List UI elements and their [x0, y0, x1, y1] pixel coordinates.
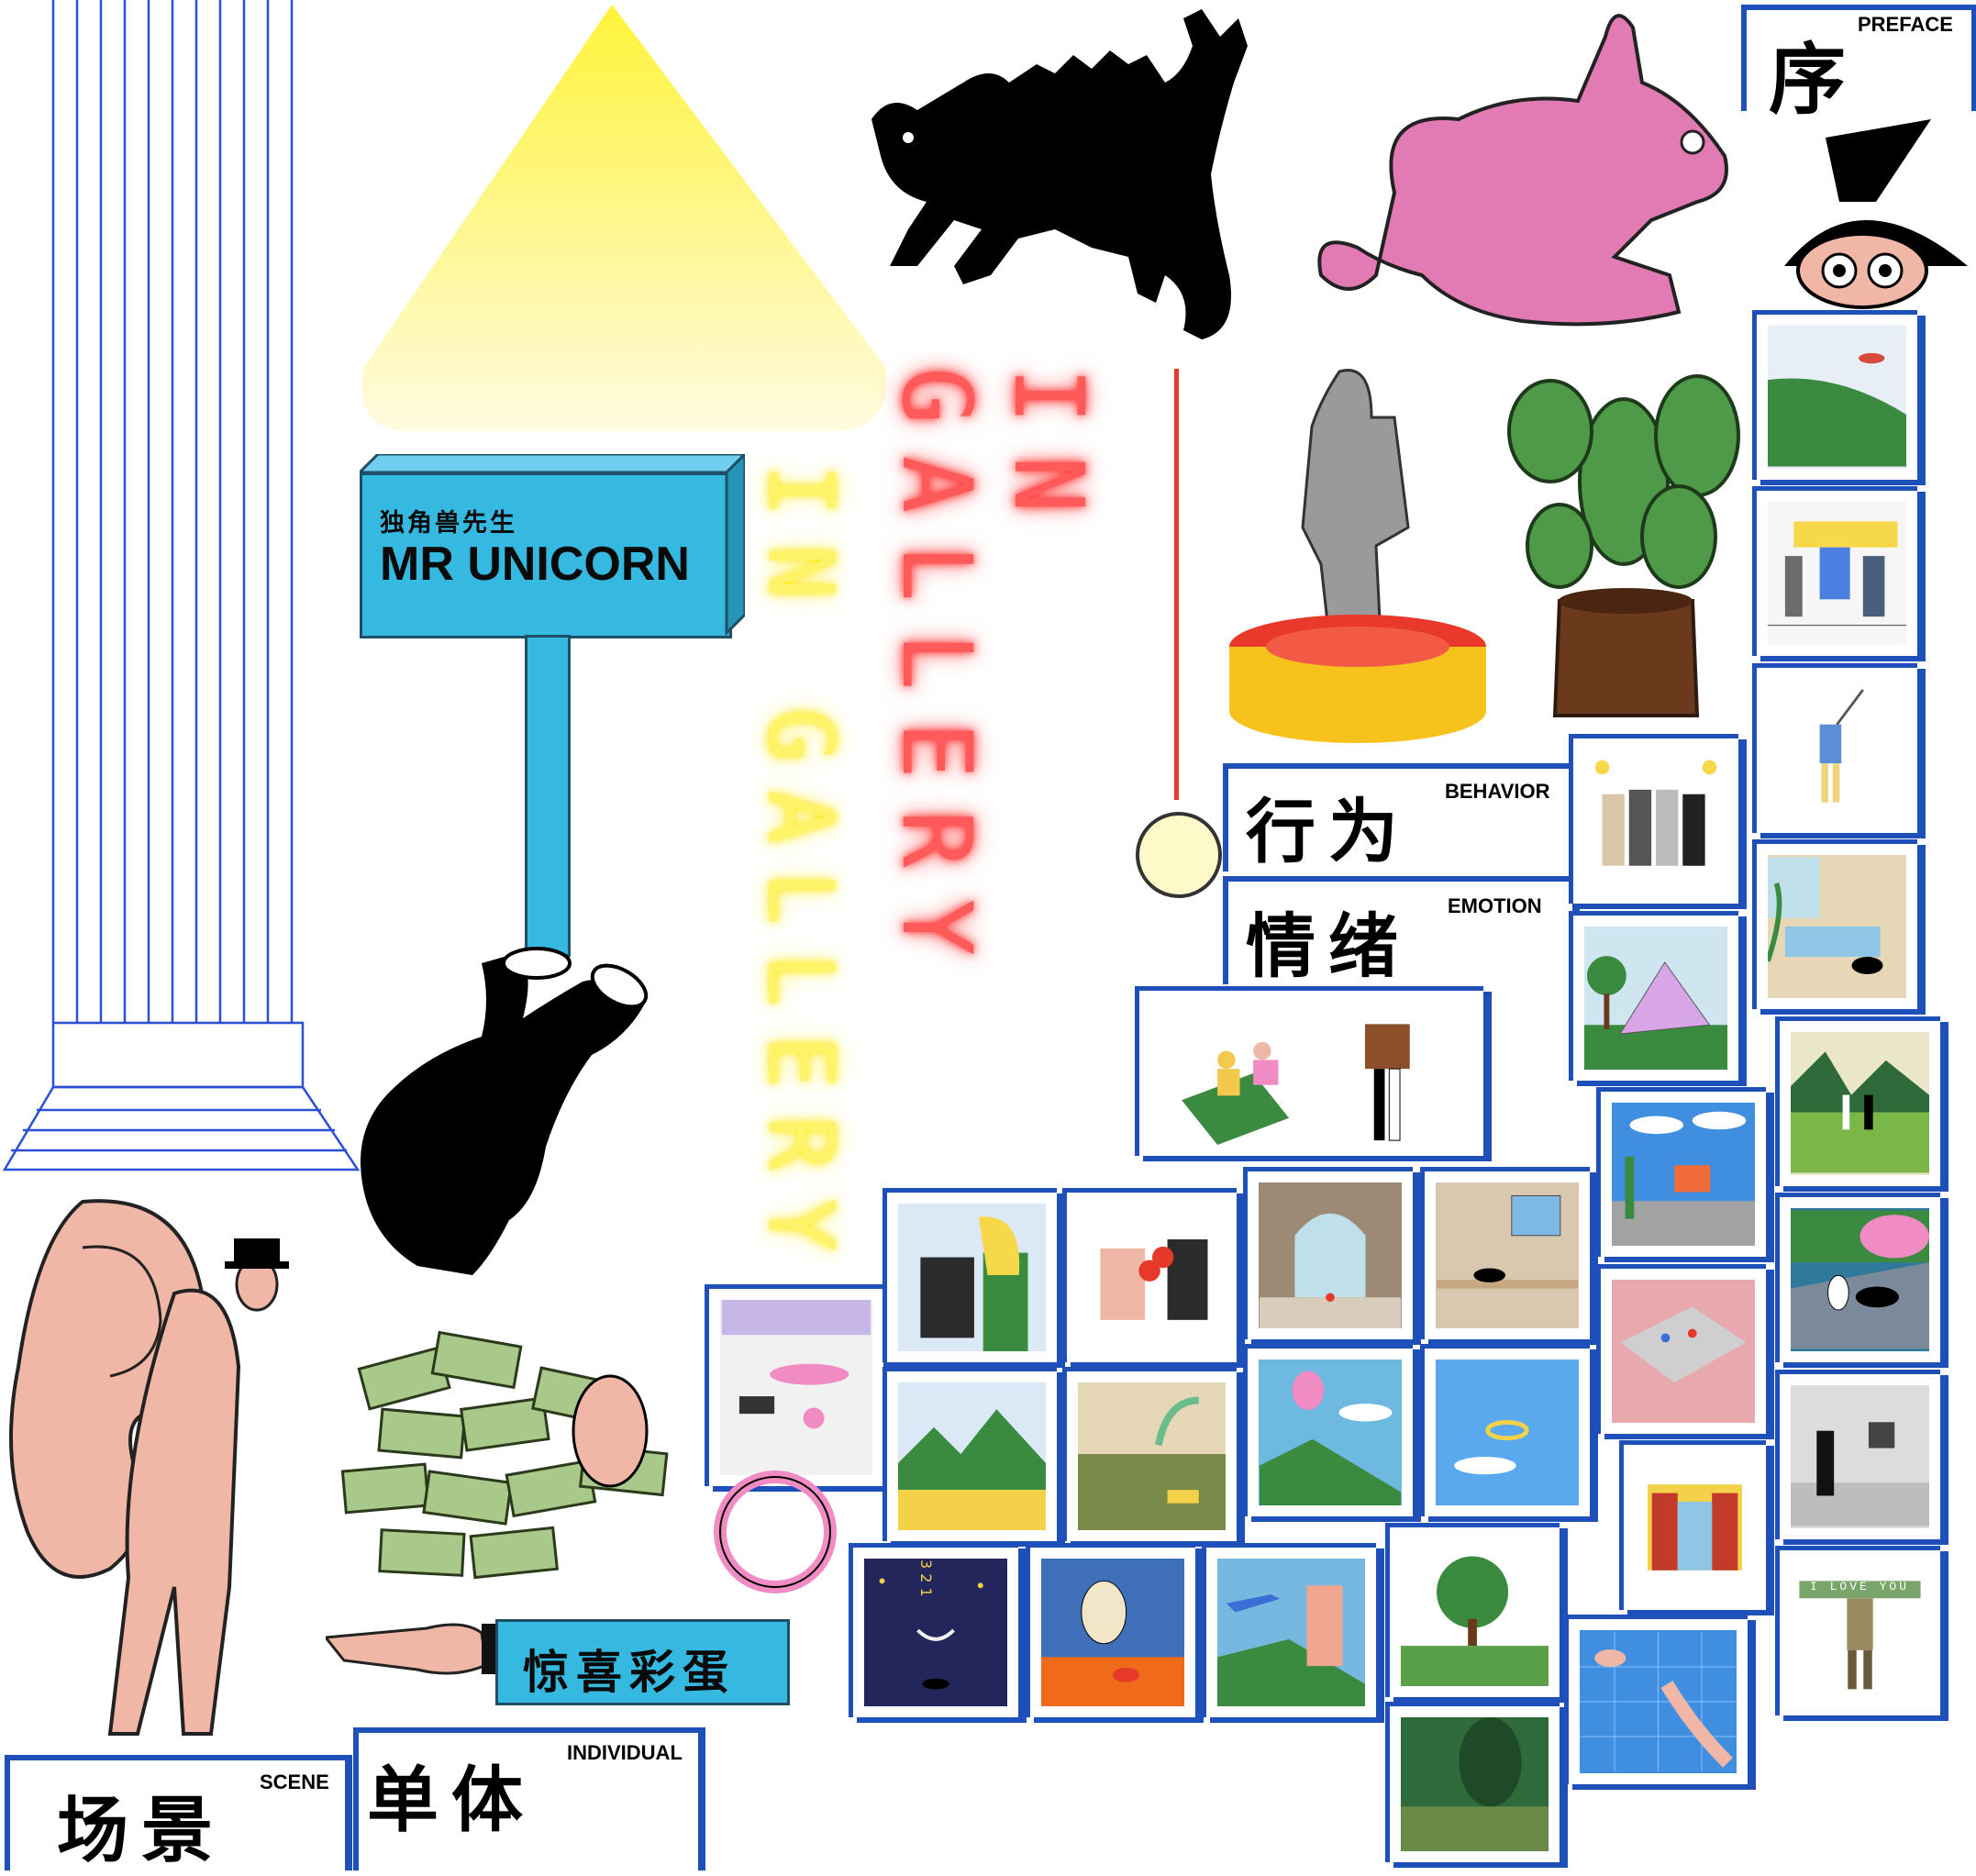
falling-figure-illustration	[361, 947, 649, 1275]
balloons-scene	[1259, 1371, 1402, 1505]
button-scene	[1041, 1580, 1184, 1706]
halo-scene	[1454, 1420, 1529, 1475]
dinosaur-scene	[1078, 1396, 1226, 1530]
gallery-poster: 独角兽先生 MR UNICORN IN GALLERY IN GALLERY 序…	[0, 0, 1976, 1872]
neon-red-text: IN GALLERY	[881, 367, 1105, 988]
gallery-viewer-scene	[1791, 1422, 1929, 1526]
artwork-frame-forest[interactable]	[1385, 1702, 1560, 1862]
individual-label-zh: 单体	[367, 1759, 537, 1842]
signpost-pole	[525, 635, 571, 957]
painting-figures	[1768, 521, 1906, 627]
artwork-frame-6[interactable]	[1775, 1193, 1940, 1362]
artwork-frame-halo[interactable]	[1420, 1344, 1590, 1516]
artwork-frame-cat-room[interactable]	[1420, 1167, 1590, 1339]
pink-ring-illustration	[714, 1471, 837, 1593]
emotion-label-zh: 情绪	[1246, 905, 1411, 987]
love-banner-text: I LOVE YOU	[1809, 1580, 1909, 1593]
scene-label-zh: 场景	[57, 1790, 227, 1872]
cat-room-scene	[1436, 1194, 1579, 1289]
cactus-illustration	[1507, 374, 1740, 717]
artwork-frame-arch[interactable]	[1243, 1167, 1413, 1339]
artwork-frame-grid[interactable]	[1564, 1615, 1748, 1784]
neon-yellow-text: IN GALLERY	[748, 463, 852, 1281]
signpost-title-zh: 独角兽先生	[380, 509, 517, 538]
surprise-label-zh: 惊喜彩蛋	[523, 1646, 736, 1699]
pink-rabbit-illustration	[1317, 14, 1728, 327]
mountains-scene	[898, 1409, 1046, 1530]
artwork-frame-stage[interactable]	[1619, 1440, 1766, 1610]
emotion-label-en: EMOTION	[1448, 894, 1542, 917]
installation-scene	[1620, 1306, 1747, 1383]
lounge-scene	[721, 1300, 871, 1429]
behavior-label-en: BEHAVIOR	[1445, 780, 1550, 803]
artwork-frame-balloons[interactable]	[1243, 1344, 1413, 1516]
individual-label-en: INDIVIDUAL	[567, 1741, 683, 1764]
artwork-frame-love[interactable]	[1775, 1546, 1940, 1715]
tree-crowd-scene	[1401, 1556, 1549, 1686]
arch-scene	[1259, 1213, 1402, 1328]
pointing-hand-illustration	[326, 1623, 509, 1675]
hills-scene	[1768, 352, 1906, 467]
peeking-head-illustration	[1784, 119, 1968, 309]
stage-scene	[1648, 1484, 1742, 1571]
artwork-frame-installation[interactable]	[1596, 1264, 1766, 1434]
artwork-frame-tent[interactable]	[1569, 911, 1738, 1081]
artwork-frame-pool-lounge[interactable]	[705, 1284, 883, 1486]
artwork-frame-plane[interactable]	[1202, 1543, 1376, 1717]
scene-label-en: SCENE	[260, 1771, 329, 1793]
grid-scene	[1580, 1632, 1737, 1771]
artwork-frame-2[interactable]	[1752, 486, 1917, 656]
night-countdown-scene	[879, 1578, 983, 1690]
money-pile-illustration	[340, 1330, 669, 1580]
artwork-frame-mountains[interactable]	[883, 1367, 1057, 1541]
light-cone	[362, 5, 887, 431]
kiss-scene	[920, 1216, 1028, 1351]
countdown-text: 3 2 1	[917, 1560, 935, 1597]
black-cat-illustration	[871, 9, 1248, 339]
bathroom-scene	[1768, 857, 1883, 974]
pendulum-string	[1174, 369, 1179, 800]
artwork-frame-kiss[interactable]	[883, 1188, 1057, 1362]
column-illustration	[2, 0, 361, 1171]
golfer-scene	[1819, 689, 1864, 803]
artwork-frame-button[interactable]	[1026, 1543, 1195, 1717]
boxing-scene	[1100, 1239, 1208, 1320]
easel-scene	[1612, 1111, 1755, 1246]
ear-figure-illustration	[9, 1199, 289, 1736]
behavior-label-zh: 行为	[1246, 791, 1411, 872]
picnic-scene	[1182, 1024, 1410, 1145]
signpost-title-en: MR UNICORN	[380, 538, 690, 591]
artwork-frame-easel[interactable]	[1596, 1087, 1766, 1257]
artwork-frame-tree-crowd[interactable]	[1385, 1523, 1560, 1697]
artwork-frame-boxing[interactable]	[1062, 1188, 1237, 1362]
valley-scene	[1791, 1051, 1929, 1173]
artwork-frame-3[interactable]	[1752, 663, 1917, 833]
tent-scene	[1584, 956, 1727, 1070]
artwork-frame-4[interactable]	[1752, 839, 1917, 1009]
cat-ring-scene	[1791, 1210, 1929, 1349]
artwork-frame-group-photo[interactable]	[1569, 734, 1738, 904]
plane-scene	[1217, 1585, 1365, 1706]
pendulum-bulb	[1136, 812, 1222, 898]
group-photo-scene	[1594, 760, 1717, 866]
artwork-frame-7[interactable]	[1775, 1370, 1940, 1539]
artwork-frame-5[interactable]	[1775, 1016, 1940, 1186]
preface-label-en: PREFACE	[1858, 13, 1953, 36]
artwork-frame-emotion-wide[interactable]	[1135, 986, 1483, 1156]
forest-scene	[1401, 1717, 1549, 1851]
artwork-frame-dino[interactable]	[1062, 1367, 1237, 1541]
statue-pedestal-illustration	[1229, 369, 1486, 743]
artwork-frame-1[interactable]	[1752, 310, 1917, 480]
